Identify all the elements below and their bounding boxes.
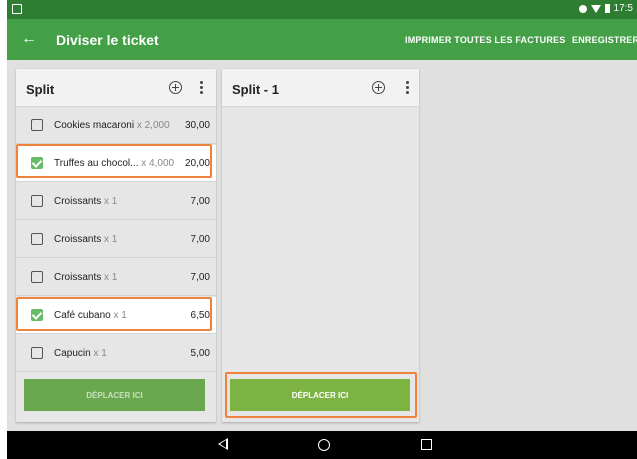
move-here-button[interactable]: DÉPLACER ICI [24, 379, 205, 411]
item-price: 7,00 [190, 272, 210, 283]
item-checkbox[interactable] [31, 347, 43, 359]
split-panel-title: Split [26, 82, 55, 97]
item-quantity: x 1 [104, 272, 118, 283]
item-name: Cookies macaroni [54, 120, 135, 131]
item-name: Croissants [54, 196, 102, 207]
item-quantity: x 2,000 [136, 120, 170, 131]
split-1-panel-header: Split - 1 [222, 69, 419, 107]
add-circle-icon[interactable] [169, 81, 182, 94]
battery-icon [604, 4, 610, 13]
nav-back-icon[interactable] [218, 438, 228, 450]
highlight-cafe-row [16, 297, 212, 331]
split-panel: Split Cookies macaroni x 2,000 30,00 Tru… [16, 69, 216, 422]
add-circle-icon[interactable] [372, 81, 385, 94]
back-arrow-icon[interactable]: ← [21, 30, 37, 48]
page-title: Diviser le ticket [56, 32, 159, 48]
item-name: Capucin [54, 348, 91, 359]
split-panel-header: Split [16, 69, 216, 107]
status-time: 17:5 [613, 3, 633, 14]
item-price: 30,00 [184, 120, 210, 131]
highlight-truffes-row [16, 144, 212, 178]
item-quantity: x 1 [93, 348, 107, 359]
save-button[interactable]: ENREGISTRER [572, 35, 637, 45]
item-price: 7,00 [190, 234, 210, 245]
item-price: 7,00 [190, 196, 210, 207]
item-name: Croissants [54, 272, 102, 283]
print-all-invoices-button[interactable]: IMPRIMER TOUTES LES FACTURES [405, 35, 565, 45]
list-item[interactable]: Capucin x 1 5,00 [16, 335, 216, 372]
list-item[interactable]: Croissants x 1 7,00 [16, 183, 216, 220]
nav-recent-apps-icon[interactable] [421, 439, 432, 450]
item-checkbox[interactable] [31, 195, 43, 207]
list-item[interactable]: Cookies macaroni x 2,000 30,00 [16, 107, 216, 144]
more-vert-icon[interactable] [200, 81, 204, 95]
dnd-icon [578, 4, 587, 13]
notification-icon [12, 4, 22, 14]
item-quantity: x 1 [104, 234, 118, 245]
app-frame: 17:5 ← Diviser le ticket IMPRIMER TOUTES… [7, 0, 637, 459]
app-bar: ← Diviser le ticket IMPRIMER TOUTES LES … [7, 19, 637, 60]
split-1-panel: Split - 1 DÉPLACER ICI [222, 69, 419, 422]
highlight-move-button [225, 372, 417, 418]
more-vert-icon[interactable] [406, 81, 410, 95]
split-1-panel-title: Split - 1 [232, 82, 279, 97]
android-nav-bar [7, 431, 637, 459]
nav-home-icon[interactable] [318, 439, 330, 451]
wifi-icon [590, 4, 601, 13]
item-checkbox[interactable] [31, 119, 43, 131]
item-name: Croissants [54, 234, 102, 245]
item-checkbox[interactable] [31, 271, 43, 283]
list-item[interactable]: Croissants x 1 7,00 [16, 221, 216, 258]
item-price: 5,00 [190, 348, 210, 359]
status-bar: 17:5 [7, 0, 637, 19]
item-checkbox[interactable] [31, 233, 43, 245]
list-item[interactable]: Croissants x 1 7,00 [16, 259, 216, 296]
status-icons: 17:5 [578, 3, 633, 14]
item-quantity: x 1 [104, 196, 118, 207]
